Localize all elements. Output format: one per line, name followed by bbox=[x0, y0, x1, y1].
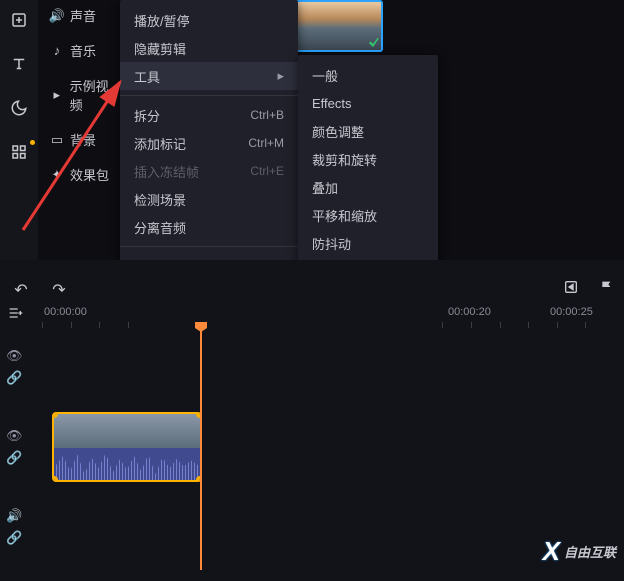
submenu-effects[interactable]: Effects bbox=[298, 89, 438, 117]
menu-label: 分离音频 bbox=[134, 218, 186, 237]
asset-label: 背景 bbox=[70, 130, 96, 149]
moon-tool-icon[interactable] bbox=[9, 98, 29, 118]
asset-label: 示例视频 bbox=[70, 76, 120, 114]
submenu-pan-zoom[interactable]: 平移和缩放 bbox=[298, 201, 438, 229]
menu-hide-clip[interactable]: 隐藏剪辑 bbox=[120, 34, 298, 62]
submenu-color[interactable]: 颜色调整 bbox=[298, 117, 438, 145]
menu-freeze-frame: 插入冻结帧 Ctrl+E bbox=[120, 157, 298, 185]
submenu-general[interactable]: 一般 bbox=[298, 61, 438, 89]
menu-label: 裁剪和旋转 bbox=[312, 150, 377, 169]
clip-audio-lane bbox=[54, 448, 200, 482]
menu-label: 平移和缩放 bbox=[312, 206, 377, 225]
chevron-right-icon: ▸ bbox=[277, 68, 284, 84]
timeline-toolbar: ↶ ↷ bbox=[0, 270, 624, 310]
asset-sound[interactable]: 🔊 声音 bbox=[50, 6, 120, 25]
submenu-stabilize[interactable]: 防抖动 bbox=[298, 229, 438, 257]
text-tool-icon[interactable] bbox=[9, 54, 29, 74]
menu-label: 防抖动 bbox=[312, 234, 351, 253]
menu-label: 播放/暂停 bbox=[134, 11, 190, 30]
track-header-2: 👁 🔗 bbox=[6, 428, 38, 466]
flag-icon[interactable] bbox=[598, 278, 616, 296]
menu-label: Effects bbox=[312, 96, 352, 111]
visibility-icon[interactable]: 👁 bbox=[6, 428, 22, 444]
watermark-x-icon: X bbox=[543, 536, 560, 567]
menu-label: 插入冻结帧 bbox=[134, 162, 199, 181]
media-thumbnail[interactable] bbox=[293, 0, 383, 52]
asset-background[interactable]: ▭ 背景 bbox=[50, 130, 120, 149]
video-icon: ▸ bbox=[50, 88, 64, 102]
menu-split-audio[interactable]: 分离音频 bbox=[120, 213, 298, 241]
menu-add-marker[interactable]: 添加标记 Ctrl+M bbox=[120, 129, 298, 157]
menu-shortcut: Ctrl+E bbox=[250, 164, 284, 178]
menu-label: 一般 bbox=[312, 66, 338, 85]
menu-label: 叠加 bbox=[312, 178, 338, 197]
menu-shortcut: Ctrl+M bbox=[248, 136, 284, 150]
menu-detect-scene[interactable]: 检测场景 bbox=[120, 185, 298, 213]
asset-sample-video[interactable]: ▸ 示例视频 bbox=[50, 76, 120, 114]
undo-icon[interactable]: ↶ bbox=[12, 281, 30, 299]
sound-icon: 🔊 bbox=[50, 9, 64, 23]
visibility-icon[interactable]: 👁 bbox=[6, 348, 22, 364]
link-icon[interactable]: 🔗 bbox=[6, 530, 22, 546]
menu-label: 颜色调整 bbox=[312, 122, 364, 141]
asset-music[interactable]: ♪ 音乐 bbox=[50, 41, 120, 60]
fxpack-icon: ✦ bbox=[50, 168, 64, 182]
submenu-crop-rotate[interactable]: 裁剪和旋转 bbox=[298, 145, 438, 173]
menu-label: 拆分 bbox=[134, 106, 160, 125]
menu-separator bbox=[120, 246, 298, 247]
add-track-icon[interactable] bbox=[6, 304, 24, 322]
menu-label: 工具 bbox=[134, 67, 160, 86]
menu-label: 检测场景 bbox=[134, 190, 186, 209]
submenu-overlay[interactable]: 叠加 bbox=[298, 173, 438, 201]
asset-label: 声音 bbox=[70, 6, 96, 25]
import-icon[interactable] bbox=[9, 10, 29, 30]
grid-tool-icon[interactable] bbox=[9, 142, 29, 162]
speaker-icon[interactable]: 🔊 bbox=[6, 508, 22, 524]
timecode-3: 00:00:25 bbox=[550, 306, 593, 318]
link-icon[interactable]: 🔗 bbox=[6, 450, 22, 466]
clip-handle[interactable] bbox=[52, 476, 58, 482]
menu-play-pause[interactable]: 播放/暂停 bbox=[120, 6, 298, 34]
timeline-right-tools bbox=[562, 278, 616, 296]
redo-icon[interactable]: ↷ bbox=[50, 281, 68, 299]
track-header-1: 👁 🔗 bbox=[6, 348, 38, 386]
link-icon[interactable]: 🔗 bbox=[6, 370, 22, 386]
timecode-2: 00:00:20 bbox=[448, 306, 491, 318]
asset-label: 音乐 bbox=[70, 41, 96, 60]
watermark-text: 自由互联 bbox=[564, 542, 616, 561]
music-icon: ♪ bbox=[50, 44, 64, 58]
timeline-ruler[interactable] bbox=[42, 322, 614, 330]
left-tool-rail bbox=[0, 0, 38, 260]
watermark: X 自由互联 bbox=[543, 536, 616, 567]
clip-video-lane bbox=[54, 414, 200, 448]
asset-fx-pack[interactable]: ✦ 效果包 bbox=[50, 165, 120, 184]
menu-split[interactable]: 拆分 Ctrl+B bbox=[120, 101, 298, 129]
timecode-0: 00:00:00 bbox=[44, 306, 87, 318]
track-header-3: 🔊 🔗 bbox=[6, 508, 38, 546]
menu-shortcut: Ctrl+B bbox=[250, 108, 284, 122]
asset-category-list: 🔊 声音 ♪ 音乐 ▸ 示例视频 ▭ 背景 ✦ 效果包 bbox=[50, 0, 120, 184]
asset-label: 效果包 bbox=[70, 165, 109, 184]
timeline-clip[interactable] bbox=[52, 412, 202, 482]
menu-label: 隐藏剪辑 bbox=[134, 39, 186, 58]
playhead[interactable] bbox=[200, 330, 202, 570]
add-track-buttons bbox=[6, 304, 24, 322]
menu-tools[interactable]: 工具 ▸ bbox=[120, 62, 298, 90]
marker-tool-icon[interactable] bbox=[562, 278, 580, 296]
menu-separator bbox=[120, 95, 298, 96]
background-icon: ▭ bbox=[50, 133, 64, 147]
menu-label: 添加标记 bbox=[134, 134, 186, 153]
